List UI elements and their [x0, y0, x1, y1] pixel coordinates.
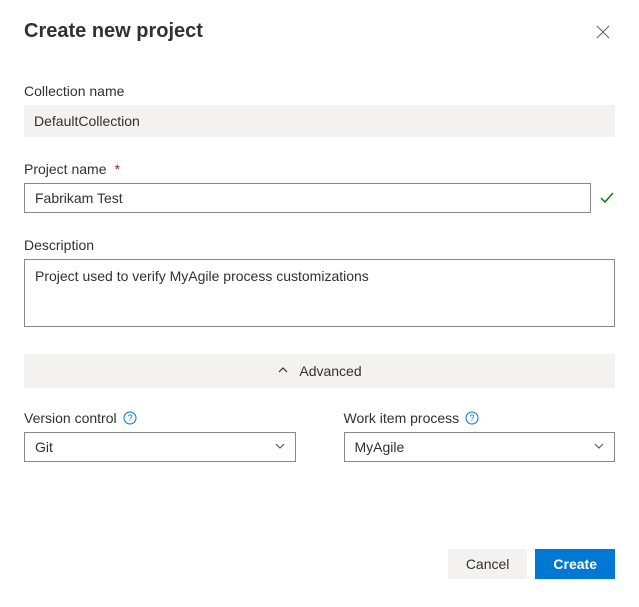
svg-text:?: ? — [470, 413, 475, 423]
checkmark-icon — [599, 190, 615, 206]
required-indicator: * — [114, 161, 119, 177]
version-control-select[interactable] — [24, 432, 296, 462]
close-button[interactable] — [591, 20, 615, 47]
svg-text:?: ? — [127, 413, 132, 423]
project-name-label: Project name — [24, 161, 106, 177]
work-item-process-select[interactable] — [344, 432, 616, 462]
version-control-label: Version control — [24, 410, 117, 426]
chevron-up-icon — [277, 363, 289, 379]
collection-name-label: Collection name — [24, 83, 615, 99]
advanced-toggle[interactable]: Advanced — [24, 354, 615, 388]
work-item-process-label: Work item process — [344, 410, 460, 426]
description-label: Description — [24, 237, 615, 253]
description-input[interactable]: Project used to verify MyAgile process c… — [24, 259, 615, 327]
close-icon — [595, 24, 611, 43]
create-button[interactable]: Create — [535, 549, 615, 579]
collection-name-value: DefaultCollection — [24, 105, 615, 137]
advanced-label: Advanced — [299, 363, 361, 379]
cancel-button[interactable]: Cancel — [448, 549, 528, 579]
info-icon[interactable]: ? — [123, 411, 137, 425]
info-icon[interactable]: ? — [465, 411, 479, 425]
project-name-input[interactable] — [24, 183, 591, 213]
dialog-title: Create new project — [24, 20, 203, 43]
